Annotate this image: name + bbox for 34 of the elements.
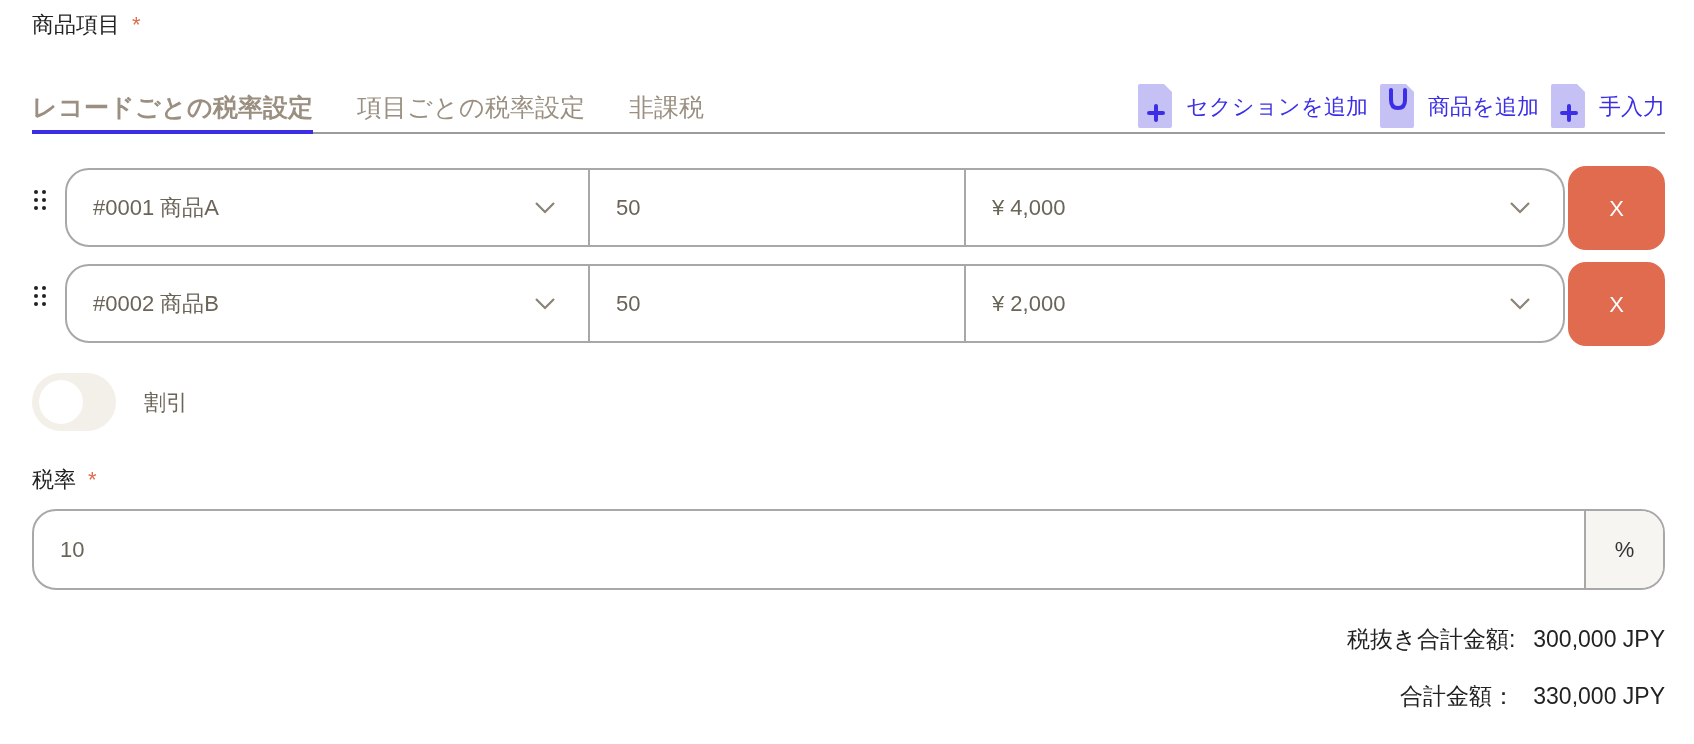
tax-rate-field[interactable]: 10 % [32,509,1665,590]
remove-button[interactable]: X [1568,166,1665,250]
product-select[interactable]: #0001 商品A [65,168,590,247]
total-value: 300,000 JPY [1533,625,1665,654]
tab[interactable]: レコードごとの税率設定 [32,88,313,134]
required-mark: * [132,10,141,39]
tab[interactable]: 項目ごとの税率設定 [357,88,585,134]
quantity-field[interactable]: 50 [590,264,966,343]
chevron-down-icon [534,296,556,311]
chevron-down-icon [1509,200,1531,215]
add-link[interactable]: 商品を追加 [1428,89,1539,123]
add-link[interactable]: セクションを追加 [1186,89,1368,123]
document-u-icon [1380,84,1416,128]
drag-handle-icon[interactable] [34,190,46,210]
price-select[interactable]: ¥ 4,000 [966,168,1565,247]
tab[interactable]: 非課税 [629,88,704,134]
quantity-field[interactable]: 50 [590,168,966,247]
product-select[interactable]: #0002 商品B [65,264,590,343]
remove-button[interactable]: X [1568,262,1665,346]
total-label: 税抜き合計金額: [1346,625,1516,654]
discount-label: 割引 [144,388,188,417]
field-label: 商品項目 [32,10,120,39]
unit-addon: % [1584,511,1663,588]
required-mark: * [88,465,97,494]
tax-rate-label: 税率 [32,465,76,494]
chevron-down-icon [534,200,556,215]
document-plus-icon [1138,84,1174,128]
document-plus-icon [1551,84,1587,128]
chevron-down-icon [1509,296,1531,311]
price-select[interactable]: ¥ 2,000 [966,264,1565,343]
add-link[interactable]: 手入力 [1599,89,1665,123]
total-label: 合計金額： [1400,681,1516,711]
total-value: 330,000 JPY [1533,681,1665,711]
drag-handle-icon[interactable] [34,286,46,306]
